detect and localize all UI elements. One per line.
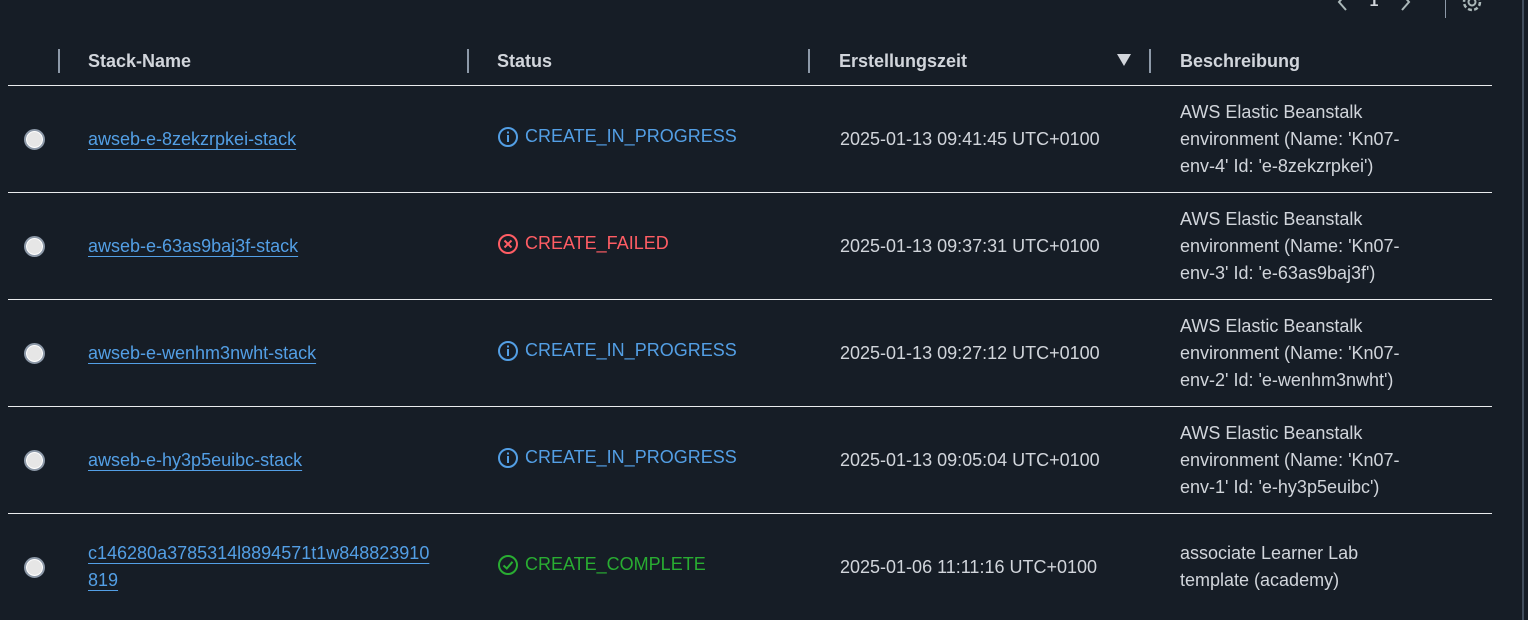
pagination: 1 [1330,0,1482,18]
row-select-radio[interactable] [24,235,45,257]
stack-name-link[interactable]: awseb-e-wenhm3nwht-stack [88,340,316,367]
status-indicator: CREATE_IN_PROGRESS [497,447,737,469]
header-status-label: Status [497,51,553,71]
stack-name-cell: awseb-e-63as9baj3f-stack [60,192,469,300]
row-select-radio[interactable] [24,556,45,578]
stack-name-cell: awseb-e-hy3p5euibc-stack [60,406,469,514]
stack-name-cell: c146280a3785314l8894571t1w848823910819 [60,514,469,620]
description-cell: AWS Elastic Beanstalk environment (Name:… [1151,85,1492,193]
status-indicator: CREATE_IN_PROGRESS [497,126,737,148]
status-cell: CREATE_COMPLETE [469,514,810,620]
status-text: CREATE_IN_PROGRESS [525,126,737,146]
header-description-label: Beschreibung [1180,51,1301,71]
header-status[interactable]: Status [469,37,810,86]
table-row[interactable]: awseb-e-63as9baj3f-stack CREATE_FAILED 2… [8,192,1492,300]
description-cell: AWS Elastic Beanstalk environment (Name:… [1151,192,1492,300]
status-cell: CREATE_IN_PROGRESS [469,406,810,514]
scroll-edge [1522,0,1524,620]
stack-name-link[interactable]: awseb-e-hy3p5euibc-stack [88,447,302,474]
stack-name-link[interactable]: awseb-e-63as9baj3f-stack [88,233,298,260]
row-select-radio[interactable] [24,342,45,364]
stack-name-link[interactable]: c146280a3785314l8894571t1w848823910819 [88,540,438,594]
row-select-radio[interactable] [24,449,45,471]
status-cell: CREATE_IN_PROGRESS [469,299,810,407]
status-cell: CREATE_IN_PROGRESS [469,85,810,193]
chevron-left-icon[interactable] [1330,0,1356,15]
status-text: CREATE_FAILED [525,233,669,253]
description-cell: AWS Elastic Beanstalk environment (Name:… [1151,406,1492,514]
stack-name-cell: awseb-e-8zekzrpkei-stack [60,85,469,193]
select-cell [8,192,60,300]
table-row[interactable]: awseb-e-8zekzrpkei-stack CREATE_IN_PROGR… [8,85,1492,193]
created-time-cell: 2025-01-06 11:11:16 UTC+0100 [840,556,1098,577]
status-text: CREATE_COMPLETE [525,554,706,575]
select-cell [8,299,60,407]
status-indicator: CREATE_IN_PROGRESS [497,340,737,362]
stack-name-cell: awseb-e-wenhm3nwht-stack [60,299,469,407]
select-cell [8,85,60,193]
header-select [8,37,60,86]
header-description[interactable]: Beschreibung [1151,37,1492,86]
info-icon [497,126,519,148]
stack-name-link[interactable]: awseb-e-8zekzrpkei-stack [88,126,296,153]
sort-descending-icon[interactable] [1117,54,1131,66]
table-header-row: Stack-Name Status Erstellungszeit Beschr… [8,37,1492,86]
check-circle-icon [497,554,519,576]
pagination-divider [1445,0,1446,18]
table-row[interactable]: c146280a3785314l8894571t1w848823910819 C… [8,514,1492,620]
created-time-cell: 2025-01-13 09:27:12 UTC+0100 [810,299,1151,407]
status-indicator: CREATE_COMPLETE [497,554,706,576]
header-created-label: Erstellungszeit [839,51,968,71]
created-time-cell: 2025-01-13 09:37:31 UTC+0100 [810,192,1151,300]
table-row[interactable]: awseb-e-hy3p5euibc-stack CREATE_IN_PROGR… [8,406,1492,514]
stacks-page: 1 Stack-Name Status Erstellungszeit Besc… [0,0,1528,620]
error-icon [497,233,519,255]
header-stack-name-label: Stack-Name [88,51,192,71]
row-select-radio[interactable] [24,128,45,150]
status-text: CREATE_IN_PROGRESS [525,340,737,360]
status-indicator: CREATE_FAILED [497,233,669,255]
chevron-right-icon[interactable] [1392,0,1418,15]
page-number[interactable]: 1 [1356,0,1392,11]
created-time-cell: 2025-01-13 09:05:04 UTC+0100 [810,406,1151,514]
table-row[interactable]: awseb-e-wenhm3nwht-stack CREATE_IN_PROGR… [8,299,1492,407]
stacks-table: Stack-Name Status Erstellungszeit Beschr… [8,37,1492,620]
description-cell: associate Learner Lab template (academy) [1180,543,1359,591]
select-cell [8,514,60,620]
info-icon [497,340,519,362]
gear-icon[interactable] [1458,0,1486,16]
info-icon [497,447,519,469]
select-cell [8,406,60,514]
status-text: CREATE_IN_PROGRESS [525,447,737,467]
created-time-cell: 2025-01-13 09:41:45 UTC+0100 [810,85,1151,193]
status-cell: CREATE_FAILED [469,192,810,300]
header-stack-name[interactable]: Stack-Name [60,37,469,86]
description-cell: AWS Elastic Beanstalk environment (Name:… [1151,299,1492,407]
header-created[interactable]: Erstellungszeit [810,37,1151,86]
